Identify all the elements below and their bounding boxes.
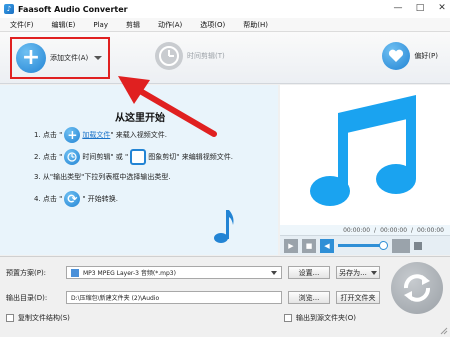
output-dir-input[interactable]: D:\压缩包\新建文件夹 (2)\Audio bbox=[66, 291, 282, 304]
menu-options[interactable]: 选项(O) bbox=[200, 20, 225, 30]
add-file-button[interactable]: + 添加文件(A) bbox=[10, 37, 110, 79]
time-separator-2: / bbox=[411, 226, 414, 234]
settings-button[interactable]: 设置... bbox=[288, 266, 330, 279]
play-button[interactable]: ▶ bbox=[284, 238, 298, 253]
menu-edit[interactable]: 编辑(E) bbox=[52, 20, 76, 30]
time-current: 00:00:00 bbox=[343, 226, 371, 234]
player-controls: ▶ ■ ◀ bbox=[280, 235, 450, 255]
checkbox[interactable] bbox=[6, 314, 14, 322]
file-list-area[interactable]: 从这里开始 1. 点击 " + 加载文件 " 来载入视频文件. 2. 点击 " … bbox=[0, 85, 278, 255]
preferences-button[interactable]: 偏好(P) bbox=[382, 42, 438, 70]
music-notes-icon bbox=[310, 95, 416, 206]
crop-icon bbox=[130, 149, 147, 165]
convert-button[interactable] bbox=[391, 262, 443, 314]
guide-step-3: 3. 从"输出类型"下拉列表框中选择输出类型. bbox=[34, 172, 171, 182]
volume-slider-handle[interactable] bbox=[379, 241, 388, 250]
menu-file[interactable]: 文件(F) bbox=[10, 20, 34, 30]
plus-icon: + bbox=[16, 43, 46, 73]
output-dir-label: 输出目录(D): bbox=[6, 294, 48, 302]
output-source-checkbox[interactable]: 输出到源文件夹(O) bbox=[284, 313, 356, 323]
menu-clip[interactable]: 剪辑 bbox=[126, 20, 140, 30]
profile-value: MP3 MPEG Layer-3 音频(*.mp3) bbox=[83, 270, 176, 277]
volume-icon[interactable]: ◀ bbox=[320, 238, 334, 253]
resize-grip-icon[interactable] bbox=[440, 327, 448, 335]
load-file-link[interactable]: 加载文件 bbox=[82, 130, 110, 140]
audio-format-icon bbox=[71, 268, 79, 277]
step4-suffix: " 开始转换. bbox=[82, 195, 119, 203]
music-note-icon bbox=[214, 210, 234, 243]
convert-icon: ⟳ bbox=[64, 191, 81, 207]
step2-suffix: " 来编辑视频文件. bbox=[176, 153, 233, 161]
step2-crop-text: 图象剪切 bbox=[148, 153, 177, 161]
title-bar: ♪ Faasoft Audio Converter — □ ✕ bbox=[0, 0, 450, 18]
time-mid: 00:00:00 bbox=[380, 226, 408, 234]
step3-text: 3. 从"输出类型"下拉列表框中选择输出类型. bbox=[34, 173, 171, 181]
add-file-label: 添加文件(A) bbox=[50, 54, 89, 62]
guide-step-2: 2. 点击 " 时间剪辑 " 或 " 图象剪切 " 来编辑视频文件. bbox=[34, 149, 233, 165]
menu-bar: 文件(F) 编辑(E) Play 剪辑 动作(A) 选项(O) 帮助(H) bbox=[0, 18, 450, 32]
profile-select[interactable]: MP3 MPEG Layer-3 音频(*.mp3) bbox=[66, 266, 282, 279]
volume-slider[interactable] bbox=[338, 241, 388, 250]
snapshot-camera-button[interactable] bbox=[392, 238, 410, 253]
menu-help[interactable]: 帮助(H) bbox=[243, 20, 268, 30]
browse-button[interactable]: 浏览... bbox=[288, 291, 330, 304]
time-display: 00:00:00 / 00:00:00 / 00:00:00 bbox=[280, 225, 450, 235]
toolbar: + 添加文件(A) 时间剪辑(T) 偏好(P) bbox=[0, 32, 450, 84]
guide-step-4: 4. 点击 " ⟳ " 开始转换. bbox=[34, 191, 118, 207]
clock-icon bbox=[155, 42, 183, 70]
chevron-down-icon bbox=[271, 271, 277, 275]
preferences-label: 偏好(P) bbox=[414, 52, 438, 60]
copy-structure-checkbox[interactable]: 复制文件结构(S) bbox=[6, 313, 70, 323]
window-title: Faasoft Audio Converter bbox=[18, 4, 128, 14]
preview-panel bbox=[280, 85, 450, 225]
time-total: 00:00:00 bbox=[417, 226, 444, 234]
heart-icon bbox=[382, 42, 411, 70]
snapshot-folder-button[interactable] bbox=[414, 241, 422, 250]
app-logo-icon: ♪ bbox=[4, 4, 14, 14]
profile-label: 预置方案(P): bbox=[6, 269, 47, 277]
step2-prefix: 2. 点击 " bbox=[34, 153, 63, 161]
menu-play[interactable]: Play bbox=[93, 21, 108, 29]
plus-icon: + bbox=[64, 127, 81, 143]
chevron-down-icon bbox=[370, 270, 377, 275]
step1-suffix: " 来载入视频文件. bbox=[110, 131, 168, 139]
convert-icon bbox=[404, 274, 430, 302]
maximize-button[interactable]: □ bbox=[414, 2, 426, 14]
save-as-label: 另存为... bbox=[339, 268, 367, 277]
chevron-down-icon[interactable] bbox=[94, 56, 103, 60]
save-as-button[interactable]: 另存为... bbox=[336, 266, 380, 279]
time-clip-button[interactable]: 时间剪辑(T) bbox=[155, 42, 225, 70]
clock-icon bbox=[64, 149, 81, 165]
guide-title: 从这里开始 bbox=[115, 113, 165, 124]
step1-prefix: 1. 点击 " bbox=[34, 131, 63, 139]
menu-action[interactable]: 动作(A) bbox=[158, 20, 182, 30]
step4-prefix: 4. 点击 " bbox=[34, 195, 63, 203]
stop-button[interactable]: ■ bbox=[302, 238, 316, 253]
close-button[interactable]: ✕ bbox=[436, 2, 448, 14]
guide-step-1: 1. 点击 " + 加载文件 " 来载入视频文件. bbox=[34, 127, 167, 143]
open-folder-button[interactable]: 打开文件夹 bbox=[336, 291, 380, 304]
minimize-button[interactable]: — bbox=[392, 2, 404, 14]
time-separator: / bbox=[374, 226, 377, 234]
copy-structure-label: 复制文件结构(S) bbox=[18, 314, 70, 322]
checkbox[interactable] bbox=[284, 314, 292, 322]
output-settings: 预置方案(P): MP3 MPEG Layer-3 音频(*.mp3) 设置..… bbox=[0, 256, 450, 337]
step2-clip-text: 时间剪辑 bbox=[82, 153, 111, 161]
output-source-label: 输出到源文件夹(O) bbox=[296, 314, 356, 322]
step2-or-text: " 或 " bbox=[110, 153, 129, 161]
time-clip-label: 时间剪辑(T) bbox=[187, 52, 225, 60]
